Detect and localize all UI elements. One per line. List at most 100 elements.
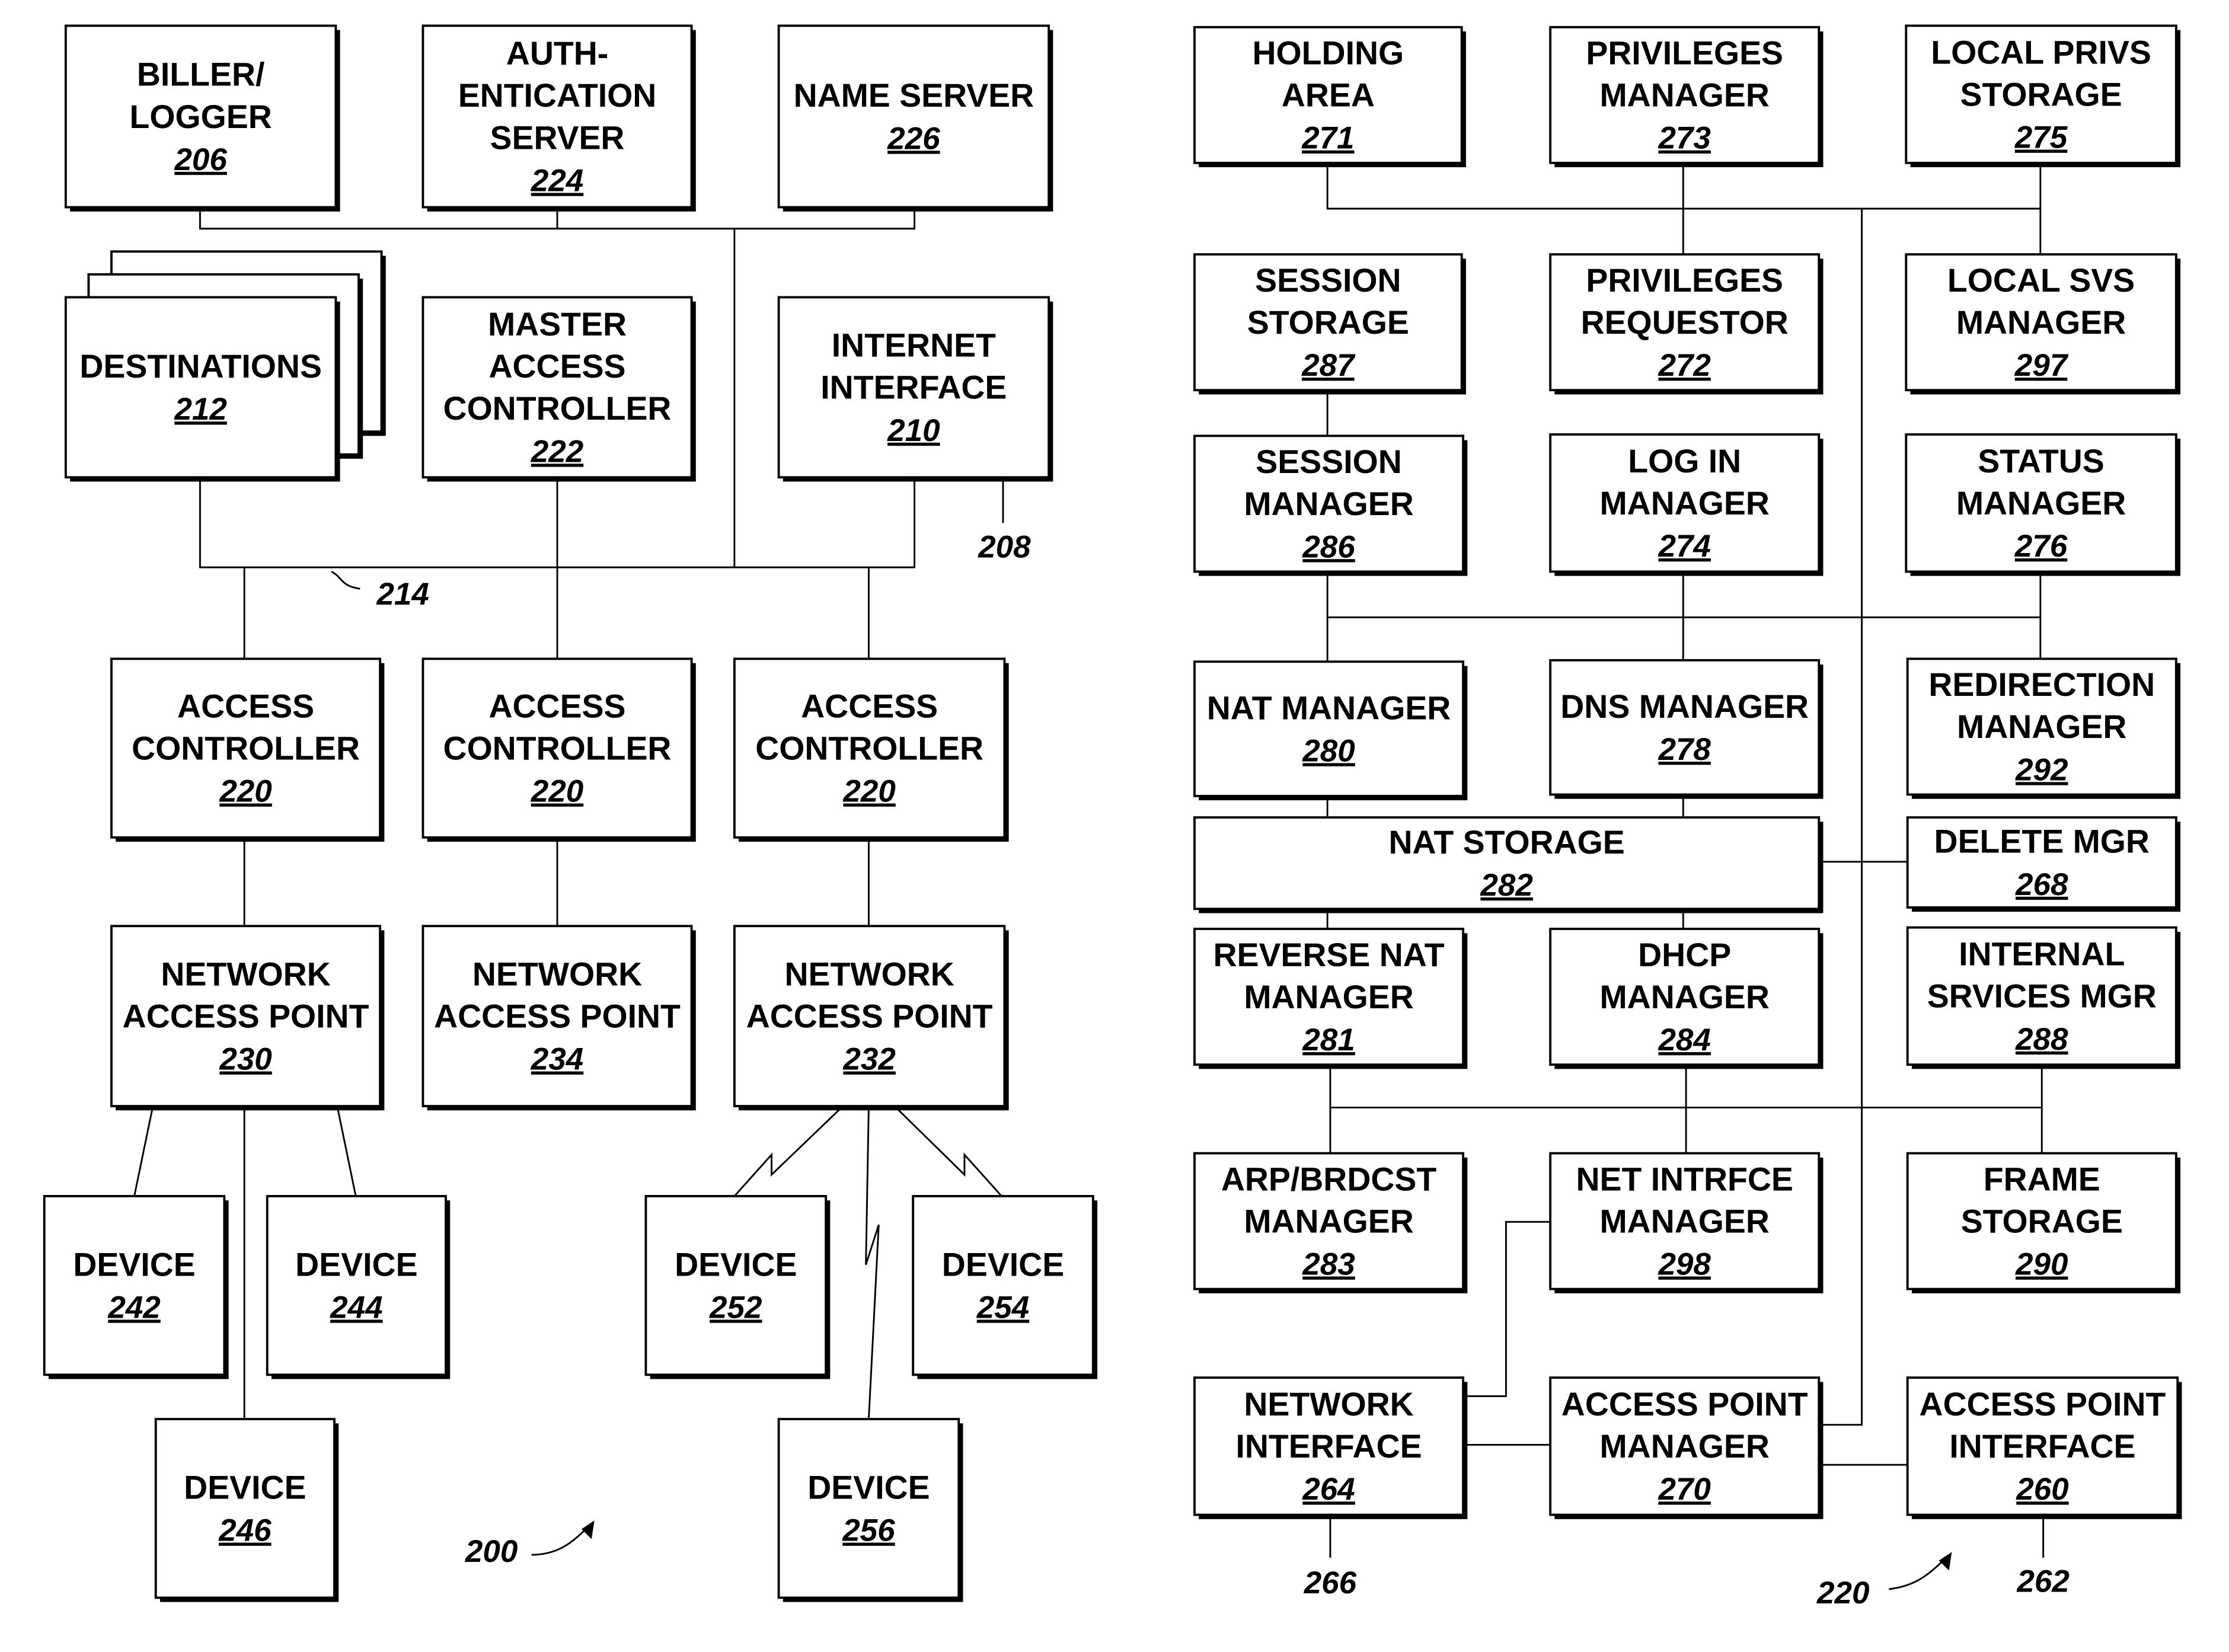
- box-label: CONTROLLER: [755, 730, 983, 766]
- box-label: MANAGER: [1600, 1428, 1770, 1465]
- box-label: FRAME: [1984, 1161, 2100, 1197]
- box-label: ARP/BRDCST: [1221, 1161, 1437, 1197]
- component-box-276: STATUS MANAGER 276: [1905, 433, 2181, 576]
- component-box-222: MASTER ACCESS CONTROLLER 222: [421, 296, 696, 482]
- component-box-254: DEVICE 254: [912, 1194, 1098, 1379]
- box-label: DESTINATIONS: [79, 348, 322, 385]
- component-box-298: NET INTRFCE MANAGER 298: [1549, 1152, 1824, 1293]
- component-box-284: DHCP MANAGER 284: [1549, 928, 1824, 1069]
- component-box-246: DEVICE 246: [154, 1418, 339, 1602]
- reference-number: 226: [887, 121, 940, 156]
- box-label: DEVICE: [184, 1469, 306, 1506]
- reference-number: 283: [1302, 1247, 1355, 1282]
- box-label: MANAGER: [1600, 77, 1770, 114]
- patent-figure: BILLER/LOGGER 206 AUTH- ENTICATION SERVER 224…: [43, 24, 2182, 1611]
- box-label: MANAGER: [1600, 979, 1770, 1015]
- reference-number: 270: [1658, 1472, 1710, 1507]
- box-label: PRIVILEGES: [1586, 34, 1783, 71]
- reference-number: 278: [1658, 732, 1711, 767]
- box-label: ENTICATION: [458, 77, 657, 114]
- reference-number: 222: [531, 434, 583, 469]
- connector-line: [531, 1525, 590, 1556]
- box-label: ACCESS POINT: [434, 998, 681, 1034]
- box-label: NAT MANAGER: [1207, 689, 1451, 726]
- box-label: NETWORK: [472, 956, 642, 992]
- box-label: ACCESS: [488, 688, 625, 724]
- reference-number: 242: [107, 1290, 160, 1325]
- connector-line: [133, 1105, 154, 1197]
- component-box-220: ACCESS CONTROLLER 220: [110, 657, 385, 842]
- box-label: DEVICE: [807, 1469, 930, 1506]
- ref-200-label: 200: [465, 1534, 518, 1569]
- reference-number: 284: [1658, 1022, 1710, 1057]
- reference-number: 232: [842, 1042, 895, 1077]
- box-label: SERVER: [490, 119, 625, 156]
- reference-number: 252: [709, 1290, 762, 1325]
- ref-214-label: 214: [376, 577, 429, 612]
- reference-number: 234: [531, 1042, 583, 1077]
- connector-line: [733, 1105, 844, 1197]
- reference-number: 244: [330, 1290, 382, 1325]
- component-box-220: ACCESS CONTROLLER 220: [421, 657, 696, 842]
- component-box-212: DESTINATIONS 212: [64, 250, 386, 482]
- box-label: STATUS: [1978, 443, 2105, 480]
- component-box-273: PRIVILEGES MANAGER 273: [1549, 25, 1824, 168]
- reference-number: 271: [1301, 121, 1354, 156]
- component-box-272: PRIVILEGES REQUESTOR 272: [1549, 253, 1824, 395]
- box-label: AUTH-: [506, 35, 608, 72]
- box-label: DHCP: [1638, 937, 1731, 973]
- reference-number: 292: [2015, 752, 2068, 787]
- reference-number: 246: [218, 1513, 272, 1548]
- box-label: MANAGER: [1244, 1203, 1413, 1239]
- box-label: NET INTRFCE: [1576, 1161, 1793, 1197]
- reference-number: 210: [887, 413, 940, 448]
- box-label: CONTROLLER: [443, 730, 672, 766]
- component-box-270: ACCESS POINT MANAGER 270: [1549, 1376, 1824, 1519]
- reference-number: 230: [219, 1042, 272, 1077]
- reference-number: 298: [1658, 1247, 1711, 1282]
- component-box-244: DEVICE 244: [266, 1194, 451, 1379]
- connector-line: [1819, 208, 1863, 1426]
- box-label: DELETE MGR: [1934, 823, 2150, 860]
- reference-number: 220: [219, 774, 272, 809]
- box-label: DEVICE: [295, 1246, 417, 1283]
- box-label: MANAGER: [1600, 1203, 1770, 1239]
- box-label: ACCESS: [177, 688, 314, 724]
- reference-number: 256: [842, 1513, 895, 1548]
- box-label: STORAGE: [1961, 1203, 2123, 1239]
- box-label: LOCAL SVS: [1947, 262, 2135, 299]
- box-label: LOCAL PRIVS: [1931, 34, 2151, 71]
- connector-line: [1889, 1557, 1947, 1590]
- reference-number: 280: [1302, 733, 1355, 768]
- reference-number: 290: [2015, 1247, 2068, 1282]
- component-box-287: SESSION STORAGE 287: [1193, 253, 1466, 395]
- reference-number: 282: [1480, 868, 1532, 903]
- connector-line: [336, 1105, 357, 1197]
- box-label: ACCESS: [488, 348, 625, 385]
- connector-line: [865, 1106, 880, 1420]
- box-label: AREA: [1282, 77, 1375, 114]
- connector-line: [893, 1105, 1002, 1197]
- component-box-264: NETWORK INTERFACE 264: [1193, 1376, 1468, 1519]
- reference-number: 220: [842, 774, 895, 809]
- box-label: INTERFACE: [820, 369, 1007, 406]
- box-label: MANAGER: [1956, 485, 2126, 522]
- box-label: CONTROLLER: [443, 390, 672, 427]
- component-box-290: FRAME STORAGE 290: [1906, 1152, 2181, 1293]
- box-outline: [777, 1418, 960, 1599]
- box-outline: [154, 1418, 336, 1599]
- box-label: SESSION: [1255, 262, 1401, 299]
- box-label: STORAGE: [1247, 304, 1409, 341]
- box-label: NAME SERVER: [794, 77, 1034, 114]
- component-box-256: DEVICE 256: [777, 1418, 963, 1602]
- component-box-226: NAME SERVER 226: [777, 24, 1053, 212]
- reference-number: 260: [2016, 1472, 2068, 1507]
- box-label: INTERFACE: [1235, 1428, 1422, 1465]
- arrowhead-icon: [1939, 1552, 1952, 1571]
- box-label: LOGGER: [130, 98, 272, 135]
- component-box-234: NETWORK ACCESS POINT 234: [421, 925, 696, 1111]
- box-label: SRVICES MGR: [1927, 978, 2157, 1015]
- box-label: MASTER: [488, 306, 627, 343]
- box-label: REVERSE NAT: [1213, 937, 1444, 973]
- connector-line: [1463, 1220, 1551, 1397]
